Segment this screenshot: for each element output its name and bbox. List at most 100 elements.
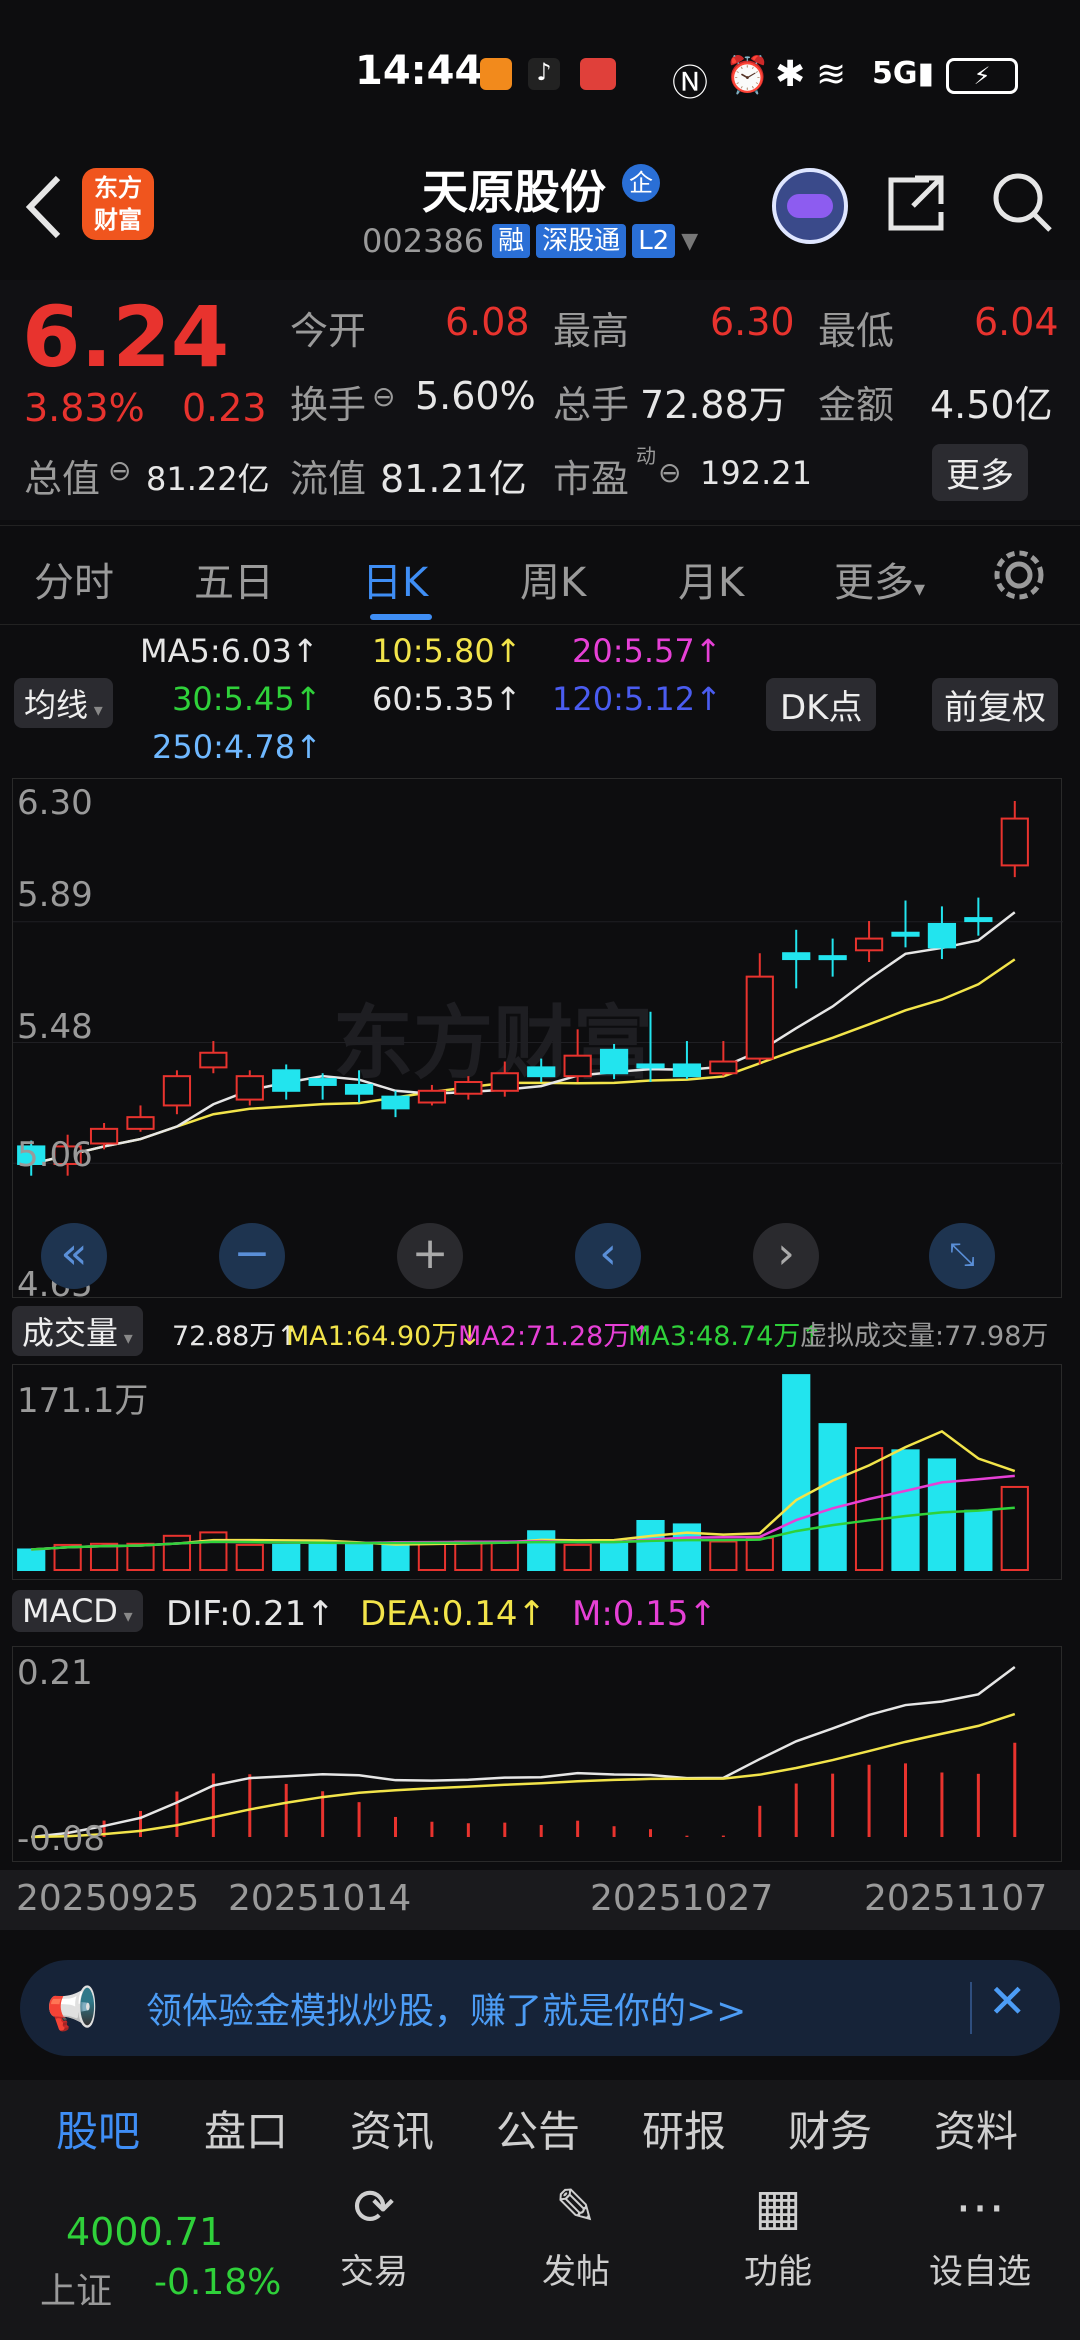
quote-panel: 6.24 3.83% 0.23 今开 6.08 最高 6.30 最低 6.04 … <box>0 280 1080 520</box>
macd-svg <box>31 1665 1017 1839</box>
nav-trade-label: 交易 <box>340 2252 408 2292</box>
volume-bar <box>709 1540 738 1571</box>
volume-bar <box>235 1543 264 1571</box>
macd-axis-top: 0.21 <box>17 1653 93 1693</box>
close-icon[interactable]: ✕ <box>988 1974 1027 2028</box>
tab-profile[interactable]: 资料 <box>934 2098 1018 2159</box>
candle <box>527 1066 556 1078</box>
tab-day-k[interactable]: 日K <box>362 550 428 608</box>
nav-watchlist[interactable]: ⋯ 设自选 <box>910 2170 1050 2293</box>
info-icon[interactable]: ⊖ <box>372 380 395 413</box>
back-icon[interactable] <box>20 172 66 242</box>
high-label: 最高 <box>553 309 630 353</box>
candle <box>964 917 993 923</box>
vol-ma2-line <box>31 1474 1015 1551</box>
scroll-left-icon[interactable]: ‹ <box>575 1223 641 1289</box>
volume-axis-max: 171.1万 <box>17 1381 149 1421</box>
volume-bar <box>490 1540 519 1571</box>
promo-banner[interactable]: 📢 领体验金模拟炒股，赚了就是你的>> ✕ <box>20 1960 1060 2056</box>
info-icon[interactable]: ⊖ <box>108 454 131 487</box>
open-label: 今开 <box>290 309 367 353</box>
virtual-volume-label: 虚拟成交量:77.98万 <box>800 1321 1049 1352</box>
open-value: 6.08 <box>445 300 530 344</box>
zoom-in-icon[interactable]: + <box>397 1223 463 1289</box>
status-time: 14:44 <box>355 48 483 94</box>
candle <box>1000 817 1029 867</box>
dea-label: DEA:0.14↑ <box>360 1594 546 1634</box>
candle <box>709 1060 738 1075</box>
l2-chip: L2 <box>632 224 676 258</box>
share-icon[interactable] <box>885 172 947 234</box>
tab-five-day[interactable]: 五日 <box>194 550 274 608</box>
candle <box>89 1127 119 1145</box>
tab-forum[interactable]: 股吧 <box>56 2098 140 2159</box>
nav-post[interactable]: ✎ 发帖 <box>506 2170 646 2293</box>
ma250-label: 250:4.78↑ <box>152 728 322 766</box>
macd-selector[interactable]: MACD ▾ <box>12 1590 143 1632</box>
volume-bar <box>417 1541 447 1571</box>
volume-selector[interactable]: 成交量 ▾ <box>12 1306 143 1356</box>
scroll-right-icon[interactable]: › <box>753 1223 819 1289</box>
tab-month-k[interactable]: 月K <box>678 550 744 608</box>
tab-more[interactable]: 更多▾ <box>834 550 925 608</box>
fullscreen-icon[interactable]: ⤡ <box>929 1223 995 1289</box>
tab-research[interactable]: 研报 <box>642 2098 726 2159</box>
promo-text: 领体验金模拟炒股，赚了就是你的>> <box>146 1991 747 2032</box>
volume-value-label: 72.88万↑ <box>172 1321 299 1352</box>
search-icon[interactable] <box>990 170 1054 234</box>
nav-functions[interactable]: ▦ 功能 <box>708 2170 848 2293</box>
yen-cycle-icon: ⟳ <box>353 2178 395 2236</box>
nav-watchlist-label: 设自选 <box>929 2252 1031 2292</box>
scroll-far-left-icon[interactable]: « <box>41 1223 107 1289</box>
tab-announcements[interactable]: 公告 <box>496 2098 580 2159</box>
tab-orderbook[interactable]: 盘口 <box>204 2098 288 2159</box>
float-label: 流值 <box>290 457 367 501</box>
volume-bar <box>162 1534 192 1571</box>
volume-bar <box>891 1449 920 1571</box>
candle <box>162 1075 192 1107</box>
volume-bar <box>599 1540 629 1571</box>
price-axis-3: 5.48 <box>17 1007 93 1047</box>
settings-gear-icon[interactable] <box>990 546 1048 604</box>
tab-news[interactable]: 资讯 <box>350 2098 434 2159</box>
candle <box>672 1063 702 1078</box>
tab-intraday[interactable]: 分时 <box>34 550 114 608</box>
stock-name: 天原股份 <box>422 165 606 219</box>
volume-chart[interactable]: 171.1万 <box>12 1364 1062 1580</box>
stock-header: 东方 财富 天原股份 企 002386 融 深股通 L2 ▼ <box>0 150 1080 270</box>
adjust-button[interactable]: 前复权 <box>932 678 1058 731</box>
mktcap-label: 总值 <box>24 457 101 501</box>
more-button[interactable]: 更多 <box>932 444 1028 501</box>
volume-bar <box>308 1543 337 1571</box>
chevron-down-icon[interactable]: ▼ <box>681 229 698 254</box>
candle <box>308 1078 337 1086</box>
robot-assistant-icon[interactable] <box>772 168 848 244</box>
volume-bar <box>272 1543 301 1571</box>
volume-bar <box>927 1458 957 1571</box>
dk-point-button[interactable]: DK点 <box>766 678 877 731</box>
kline-chart[interactable]: 东方财富 6.30 5.89 5.48 5.06 4.65 « − + ‹ › … <box>12 778 1063 1305</box>
high-value: 6.30 <box>710 300 795 344</box>
tab-finance[interactable]: 财务 <box>788 2098 872 2159</box>
volume-bar <box>563 1543 592 1571</box>
nav-trade[interactable]: ⟳ 交易 <box>304 2170 444 2293</box>
notification-app-icon <box>480 58 512 90</box>
zoom-out-icon[interactable]: − <box>219 1223 285 1289</box>
volume-bar <box>344 1543 374 1571</box>
volume-label: 总手 <box>553 383 630 427</box>
candle <box>599 1048 629 1075</box>
ma-legend: MA5:6.03↑ 10:5.80↑ 20:5.57↑ 均线 ▾ 30:5.45… <box>0 628 1080 768</box>
tab-week-k[interactable]: 周K <box>520 550 586 608</box>
margin-chip: 融 <box>492 224 531 258</box>
macd-chart[interactable]: 0.21 -0.08 <box>12 1646 1062 1862</box>
stock-code: 002386 <box>362 222 485 260</box>
index-ticker[interactable]: 4000.71 上证 -0.18% <box>0 2170 281 2340</box>
ma-selector[interactable]: 均线 ▾ <box>14 678 113 728</box>
alarm-icon: ⏰ <box>725 55 770 96</box>
bluetooth-icon: ✱ <box>775 54 806 95</box>
info-icon[interactable]: ⊖ <box>658 456 681 489</box>
candle <box>417 1089 447 1104</box>
volume-bar <box>527 1530 556 1571</box>
edit-icon: ✎ <box>555 2178 597 2236</box>
volume-bar <box>636 1519 665 1572</box>
